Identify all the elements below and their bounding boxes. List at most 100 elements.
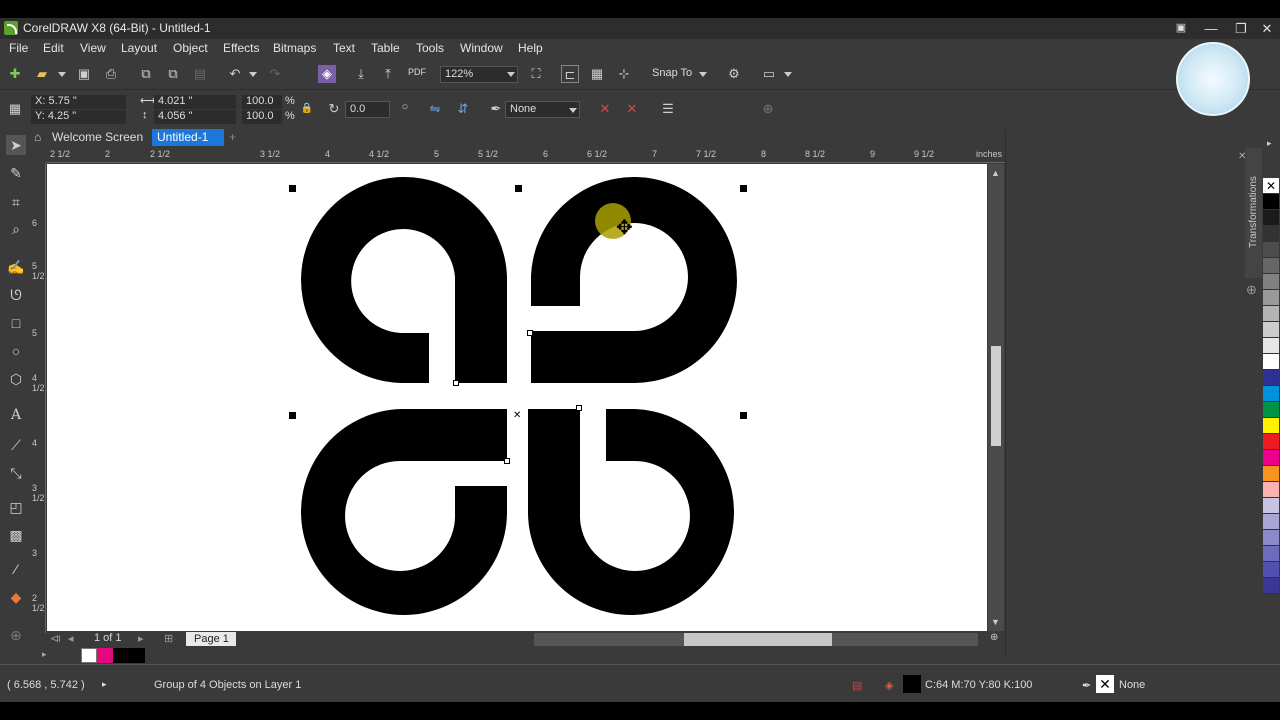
palette-swatch[interactable] <box>1263 258 1279 274</box>
open-icon[interactable]: ▰ <box>33 65 51 83</box>
object-height-field[interactable]: 4.056 " <box>154 110 236 124</box>
fill-icon[interactable]: ◈ <box>885 679 893 692</box>
palette-swatch[interactable] <box>1263 498 1279 514</box>
palette-swatch[interactable] <box>1263 386 1279 402</box>
freehand-tool-icon[interactable]: ✍ <box>6 257 26 277</box>
vertical-scroll-thumb[interactable] <box>991 346 1001 446</box>
launcher-dropdown-icon[interactable] <box>784 72 792 77</box>
redo-icon[interactable]: ↷ <box>266 65 284 83</box>
undo-icon[interactable]: ↶ <box>226 65 244 83</box>
account-icon[interactable]: ▣ <box>1166 18 1196 39</box>
palette-swatch[interactable] <box>1263 210 1279 226</box>
page-tab[interactable]: Page 1 <box>186 632 236 646</box>
document-swatch[interactable] <box>113 648 129 663</box>
selection-handle[interactable] <box>289 185 296 192</box>
menu-bitmaps[interactable]: Bitmaps <box>273 41 316 55</box>
horizontal-scrollbar[interactable] <box>534 633 978 646</box>
palette-swatch[interactable] <box>1263 402 1279 418</box>
show-grid-icon[interactable]: ▦ <box>588 65 606 83</box>
minimize-button[interactable]: — <box>1196 18 1226 39</box>
shape-node[interactable] <box>576 405 582 411</box>
logo-artwork[interactable]: ✥ <box>47 164 987 631</box>
palette-swatch[interactable] <box>1263 466 1279 482</box>
add-docker-icon[interactable]: ⊕ <box>1246 282 1257 298</box>
y-position-field[interactable]: Y: 4.25 " <box>31 110 126 124</box>
prev-page-icon[interactable]: ◂ <box>68 632 74 645</box>
menu-window[interactable]: Window <box>460 41 503 55</box>
rotation-center-icon[interactable]: ○ <box>396 98 414 116</box>
ellipse-tool-icon[interactable]: ○ <box>6 341 26 361</box>
palette-swatch[interactable] <box>1263 290 1279 306</box>
new-tab-button[interactable]: + <box>226 129 242 146</box>
vertical-scrollbar[interactable]: ▲ ▼ <box>988 164 1004 631</box>
full-screen-icon[interactable]: ⛶ <box>527 65 545 83</box>
first-page-icon[interactable]: ⧏ <box>50 632 61 645</box>
scroll-up-icon[interactable]: ▲ <box>991 168 1000 178</box>
outline-none-swatch-icon[interactable]: ✕ <box>1096 675 1114 693</box>
next-page-icon[interactable]: ▸ <box>138 632 144 645</box>
outline-pen-status-icon[interactable]: ✒ <box>1082 679 1091 692</box>
selection-handle[interactable] <box>515 185 522 192</box>
options-gear-icon[interactable]: ⚙ <box>725 65 743 83</box>
tab-untitled-1[interactable]: Untitled-1 <box>152 129 224 146</box>
selection-handle[interactable] <box>740 185 747 192</box>
palette-swatch[interactable] <box>1263 370 1279 386</box>
palette-swatch[interactable] <box>1263 274 1279 290</box>
color-proof-icon[interactable]: ▤ <box>852 679 862 692</box>
rectangle-tool-icon[interactable]: □ <box>6 313 26 333</box>
drop-shadow-icon[interactable]: ◰ <box>6 497 26 517</box>
palette-swatch[interactable] <box>1263 242 1279 258</box>
text-tool-icon[interactable]: A <box>6 405 26 425</box>
tab-welcome-screen[interactable]: ⌂ Welcome Screen <box>30 129 152 146</box>
palette-no-color-swatch[interactable]: ✕ <box>1263 178 1279 194</box>
document-swatch[interactable] <box>97 648 113 663</box>
palette-arrow-icon[interactable]: ▸ <box>42 649 47 660</box>
transparency-tool-icon[interactable]: ▩ <box>6 525 26 545</box>
connector-tool-icon[interactable]: ⤡ <box>6 463 26 483</box>
scroll-down-icon[interactable]: ▼ <box>991 617 1000 627</box>
polygon-tool-icon[interactable]: ⬡ <box>6 369 26 389</box>
object-width-field[interactable]: 4.021 " <box>154 95 236 109</box>
artistic-media-icon[interactable]: ᘎ <box>6 285 26 305</box>
rotation-center-marker[interactable]: ✕ <box>513 410 521 421</box>
rotation-angle-field[interactable]: 0.0 <box>345 101 390 118</box>
palette-swatch[interactable] <box>1263 450 1279 466</box>
palette-swatch[interactable] <box>1263 306 1279 322</box>
navigator-icon[interactable]: ⊕ <box>990 632 998 643</box>
palette-swatch[interactable] <box>1263 418 1279 434</box>
menu-view[interactable]: View <box>80 41 106 55</box>
outline-dropdown-icon[interactable] <box>569 108 577 113</box>
palette-swatch[interactable] <box>1263 434 1279 450</box>
snap-to-dropdown-icon[interactable] <box>699 72 707 77</box>
ungroup-icon[interactable]: ✕ <box>623 100 641 118</box>
parallel-dimension-icon[interactable]: ⟋ <box>6 435 26 455</box>
menu-help[interactable]: Help <box>518 41 543 55</box>
vertical-ruler[interactable]: 6 5 1/2 5 4 1/2 4 3 1/2 3 2 1/2 <box>30 163 46 633</box>
close-button[interactable]: ✕ <box>1252 18 1280 39</box>
palette-swatch[interactable] <box>1263 354 1279 370</box>
palette-swatch[interactable] <box>1263 546 1279 562</box>
selection-handle[interactable] <box>289 412 296 419</box>
interactive-fill-icon[interactable]: ◆ <box>6 587 26 607</box>
export-icon[interactable]: ⤒ <box>379 65 397 83</box>
menu-text[interactable]: Text <box>333 41 355 55</box>
mirror-vertical-icon[interactable]: ⇵ <box>454 100 472 118</box>
crop-tool-icon[interactable]: ⌗ <box>6 192 26 212</box>
palette-swatch[interactable] <box>1263 482 1279 498</box>
zoom-tool-icon[interactable]: ⌕ <box>6 219 26 239</box>
horizontal-scroll-thumb[interactable] <box>684 633 832 646</box>
palette-swatch[interactable] <box>1263 562 1279 578</box>
palette-swatch[interactable] <box>1263 322 1279 338</box>
shape-node[interactable] <box>504 458 510 464</box>
menu-layout[interactable]: Layout <box>121 41 157 55</box>
snap-to-button[interactable]: Snap To <box>652 67 692 79</box>
pick-tool-icon[interactable]: ➤ <box>6 135 26 155</box>
quick-customize-icon[interactable]: ⊕ <box>6 625 26 645</box>
copy-icon[interactable]: ⧉ <box>164 65 182 83</box>
search-content-icon[interactable]: ◈ <box>318 65 336 83</box>
lock-ratio-icon[interactable]: 🔒 <box>298 100 316 118</box>
scale-width-field[interactable]: 100.0 <box>242 95 282 109</box>
menu-effects[interactable]: Effects <box>223 41 259 55</box>
new-document-icon[interactable]: ✚ <box>6 65 24 83</box>
drawing-canvas[interactable]: ✥ ✕ <box>47 164 987 631</box>
